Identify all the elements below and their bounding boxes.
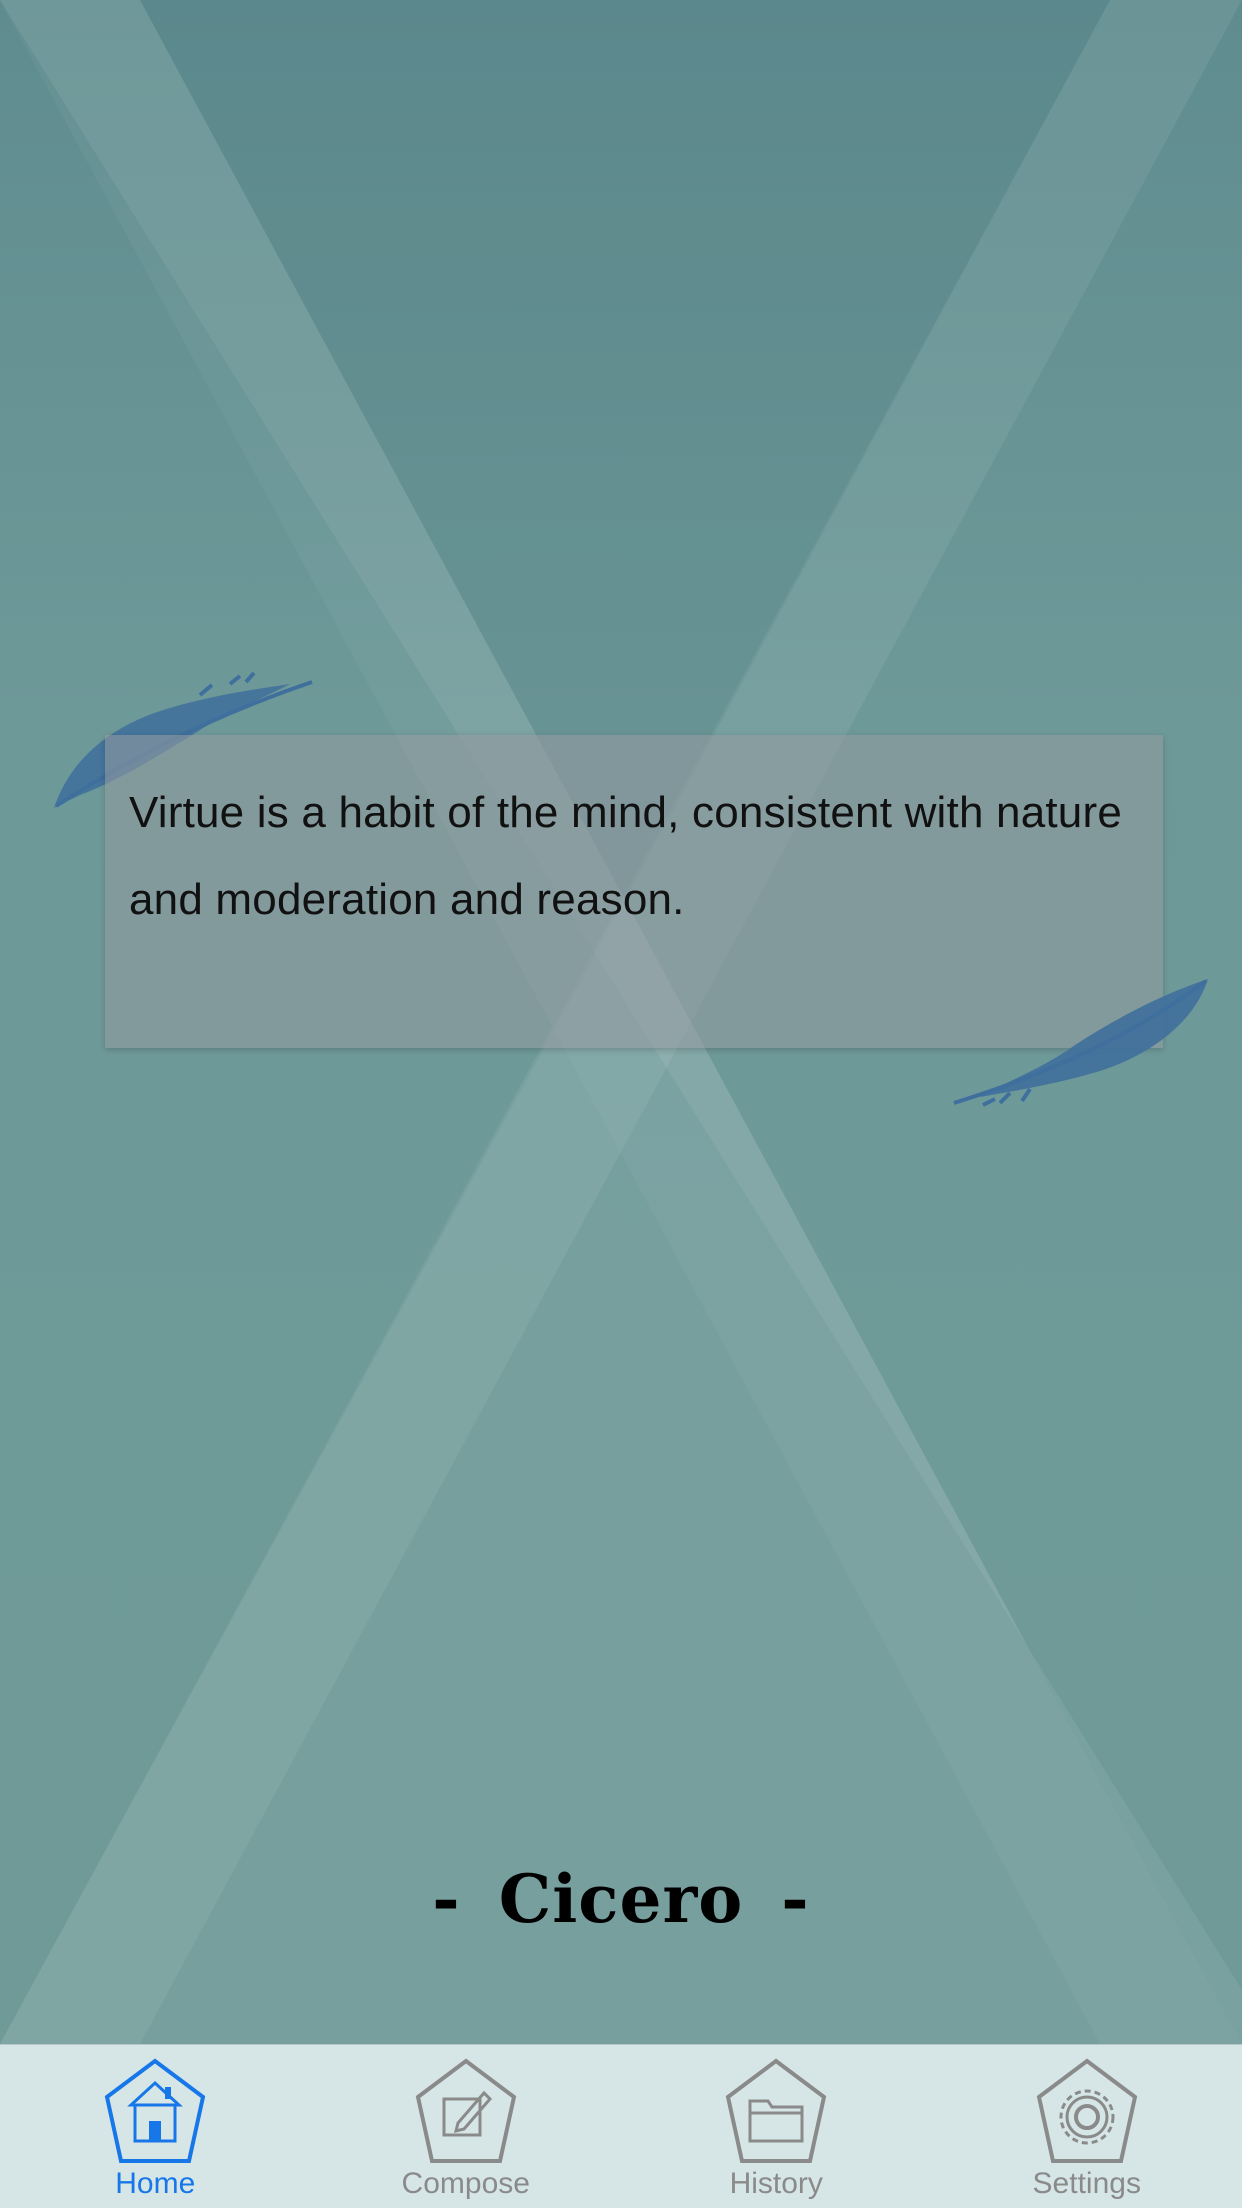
home-icon <box>105 2058 206 2163</box>
gear-icon <box>1036 2058 1137 2163</box>
quote-author: - Cicero - <box>0 1860 1242 1938</box>
tab-compose-label: Compose <box>401 2167 530 2200</box>
tab-compose[interactable]: Compose <box>311 2045 622 2208</box>
author-suffix-dash: - <box>781 1860 810 1938</box>
tab-settings[interactable]: Settings <box>932 2045 1242 2208</box>
quote-screen: Virtue is a habit of the mind, consisten… <box>0 0 1242 2208</box>
tab-history[interactable]: History <box>621 2045 932 2208</box>
author-name: Cicero <box>498 1860 744 1938</box>
tab-history-label: History <box>729 2167 823 2200</box>
author-prefix-dash: - <box>432 1860 461 1938</box>
quote-text: Virtue is a habit of the mind, consisten… <box>129 788 1122 924</box>
folder-icon <box>726 2058 827 2163</box>
tab-home[interactable]: Home <box>0 2045 311 2208</box>
feather-right-icon <box>953 979 1208 1107</box>
tab-settings-label: Settings <box>1032 2167 1141 2200</box>
tab-bar: Home Compose History Settings <box>0 2044 1242 2208</box>
compose-icon <box>415 2058 516 2163</box>
tab-home-label: Home <box>115 2167 196 2200</box>
